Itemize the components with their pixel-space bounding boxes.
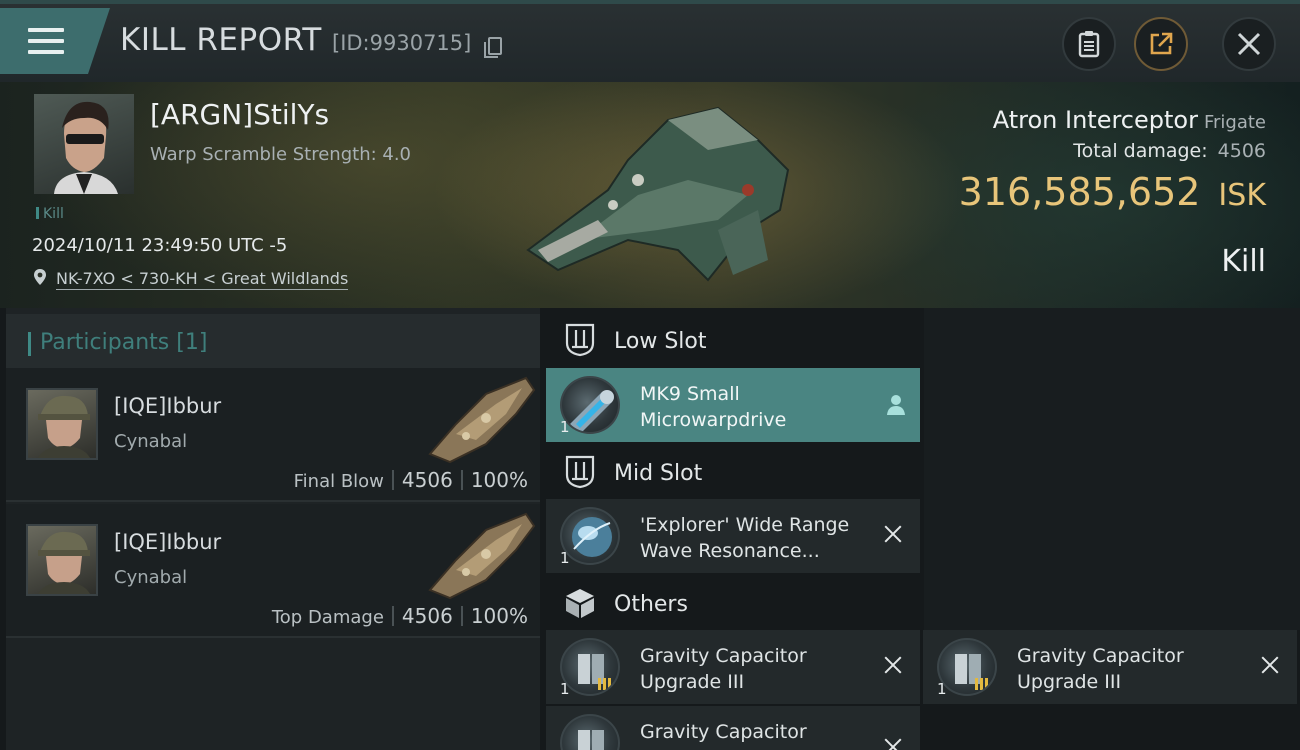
module-name: MK9 Small Microwarpdrive [640, 381, 880, 433]
kill-result: Kill [1221, 244, 1266, 279]
participant-name[interactable]: [IQE]Ibbur [114, 394, 221, 418]
location-link[interactable]: NK-7XO < 730-KH < Great Wildlands [56, 269, 349, 290]
destroyed-x-icon [882, 654, 904, 676]
participant-ship: Cynabal [114, 567, 188, 588]
participant-role: Top Damage [271, 607, 384, 628]
module-name: Gravity Capacitor Upgrade III [1017, 643, 1257, 695]
participant-damage: 4506 [401, 468, 453, 492]
module-name-line1: Gravity Capacitor [640, 645, 807, 667]
module-name: Gravity Capacitor Upgrade III [640, 643, 880, 695]
pilot-icon [887, 395, 905, 415]
mid-slot-icon [565, 455, 595, 489]
destroyed-x-icon [882, 736, 904, 750]
isk-amount: 316,585,652 [958, 170, 1201, 214]
page-title: KILL REPORT [120, 22, 322, 58]
module-name-line1: 'Explorer' Wide Range [640, 514, 850, 536]
module-name-line2: Upgrade III [640, 671, 745, 693]
participant-role: Final Blow [293, 471, 384, 492]
participant-stats: Top Damage 4506 100% [272, 604, 528, 628]
participant-avatar[interactable] [26, 388, 98, 460]
participants-count: [1] [176, 330, 208, 355]
module-item[interactable]: 1 Gravity Capacitor Upgrade III [546, 630, 920, 704]
module-name-line1: Gravity Capacitor [1017, 645, 1184, 667]
module-quantity: 1 [560, 549, 570, 567]
low-slot-header: Low Slot [546, 312, 926, 368]
close-button[interactable] [1222, 17, 1276, 71]
participants-panel: Participants [1] [IQE]Ibbur Cynabal Fina… [6, 308, 540, 750]
module-name-line1: Gravity Capacitor [640, 721, 807, 743]
clipboard-icon [1078, 31, 1100, 58]
module-name-line2: Microwarpdrive [640, 409, 787, 431]
participant-row[interactable]: [IQE]Ibbur Cynabal Top Damage 4506 100% [6, 504, 540, 638]
participant-damage: 4506 [401, 604, 453, 628]
module-quantity: 1 [560, 418, 570, 436]
victim-summary: [ARGN]StilYs Warp Scramble Strength: 4.0… [0, 82, 1300, 308]
module-item[interactable]: 1 'Explorer' Wide Range Wave Resonance..… [546, 499, 920, 573]
module-name: 'Explorer' Wide Range Wave Resonance... [640, 512, 880, 564]
participant-ship: Cynabal [114, 431, 188, 452]
participant-row[interactable]: [IQE]Ibbur Cynabal Final Blow 4506 100% [6, 368, 540, 502]
victim-portrait[interactable] [34, 94, 134, 194]
location-pin-icon [34, 269, 46, 285]
module-quantity: 1 [937, 680, 947, 698]
share-icon [1150, 32, 1173, 55]
destroyed-x-icon [1259, 654, 1281, 676]
clipboard-button[interactable] [1062, 17, 1116, 71]
report-id: [ID:9930715] [332, 31, 472, 55]
fitting-background [924, 308, 1300, 630]
participant-stats: Final Blow 4506 100% [294, 468, 528, 492]
victim-ship-image [526, 106, 790, 282]
participant-ship-image [428, 512, 536, 600]
module-item[interactable]: 1 Gravity Capacitor Upgrade III [923, 630, 1297, 704]
module-name-line1: MK9 Small [640, 383, 740, 405]
copy-icon[interactable] [484, 37, 502, 58]
destroyed-x-icon [882, 523, 904, 545]
participants-title: Participants [1] [40, 330, 207, 355]
module-thumbnail [560, 714, 620, 750]
module-name: Gravity Capacitor [640, 719, 880, 745]
share-button[interactable] [1134, 17, 1188, 71]
kill-timestamp: 2024/10/11 23:49:50 UTC -5 [32, 235, 288, 256]
low-slot-icon [565, 323, 595, 357]
isk-unit: ISK [1218, 178, 1266, 213]
others-label: Others [614, 592, 688, 617]
module-name-line2: Wave Resonance... [640, 540, 820, 562]
low-slot-label: Low Slot [614, 329, 707, 354]
ship-class: Frigate [1203, 112, 1266, 133]
participant-percent: 100% [470, 604, 528, 628]
close-icon [1237, 32, 1261, 56]
total-damage-value: 4506 [1217, 140, 1266, 162]
ship-name-text: Atron Interceptor [992, 106, 1198, 134]
participants-label: Participants [40, 330, 170, 355]
participant-percent: 100% [470, 468, 528, 492]
mid-slot-header: Mid Slot [546, 444, 926, 500]
total-damage: Total damage: 4506 [1073, 140, 1266, 162]
top-bar: KILL REPORT [ID:9930715] [0, 0, 1300, 82]
participant-ship-image [428, 376, 536, 464]
participant-name[interactable]: [IQE]Ibbur [114, 530, 221, 554]
mid-slot-label: Mid Slot [614, 461, 703, 486]
warp-scramble-strength: Warp Scramble Strength: 4.0 [150, 144, 412, 165]
module-quantity: 1 [560, 680, 570, 698]
module-item[interactable]: 1 MK9 Small Microwarpdrive [546, 368, 920, 442]
participants-header: Participants [1] [6, 314, 540, 368]
menu-icon [28, 28, 64, 54]
isk-value: 316,585,652 ISK [959, 170, 1266, 214]
cargo-box-icon [566, 589, 594, 618]
module-name-line2: Upgrade III [1017, 671, 1122, 693]
kill-tag: Kill [36, 206, 64, 222]
participant-avatar[interactable] [26, 524, 98, 596]
total-damage-label: Total damage: [1073, 140, 1208, 162]
victim-ship-name[interactable]: Atron Interceptor Frigate [993, 106, 1266, 134]
victim-name[interactable]: [ARGN]StilYs [150, 98, 329, 131]
accent-bar [28, 332, 31, 356]
menu-button[interactable] [0, 8, 110, 74]
others-header: Others [546, 575, 926, 631]
module-item[interactable]: Gravity Capacitor [546, 706, 920, 750]
